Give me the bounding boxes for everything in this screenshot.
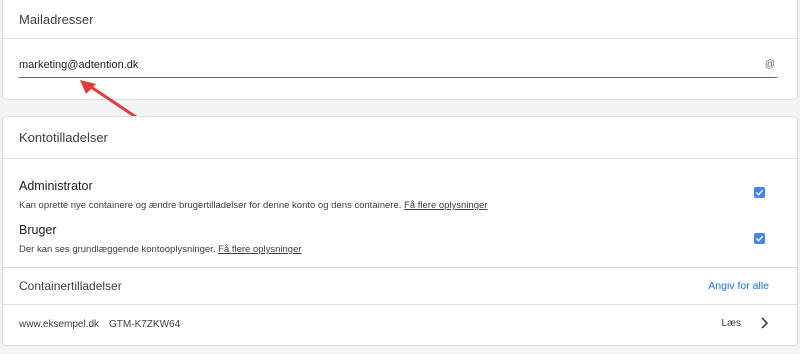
email-card: Mailadresser @ (2, 0, 798, 100)
learn-more-link[interactable]: Få flere oplysninger (218, 244, 301, 255)
administrator-checkbox[interactable] (754, 187, 765, 198)
container-permissions-title: Containertilladelser (19, 279, 122, 293)
permission-title: Administrator (19, 179, 93, 193)
email-row: @ (3, 39, 797, 99)
account-permissions-title: Kontotilladelser (3, 117, 797, 159)
at-icon: @ (764, 59, 775, 70)
container-permission-value: Læs (721, 318, 741, 329)
check-icon (755, 189, 764, 196)
set-for-all-button[interactable]: Angiv for alle (708, 280, 769, 292)
email-section-title: Mailadresser (3, 0, 797, 39)
container-name: www.eksempel.dk (19, 318, 100, 330)
permission-description: Der kan ses grundlæggende kontooplysning… (19, 244, 302, 255)
container-permissions-header: Containertilladelser Angiv for alle (3, 267, 797, 305)
permission-administrator: Administrator Kan oprette nye containere… (3, 159, 797, 211)
user-checkbox[interactable] (754, 233, 765, 244)
container-id: GTM-K7ZKW64 (109, 318, 181, 330)
container-row[interactable]: www.eksempel.dk GTM-K7ZKW64 Læs (3, 305, 797, 343)
chevron-right-icon[interactable] (759, 316, 769, 330)
permission-user: Bruger Der kan ses grundlæggende kontoop… (3, 209, 797, 259)
email-input[interactable] (19, 56, 777, 78)
check-icon (755, 235, 764, 242)
permission-title: Bruger (19, 223, 57, 237)
permissions-card: Kontotilladelser Administrator Kan opret… (2, 116, 798, 346)
